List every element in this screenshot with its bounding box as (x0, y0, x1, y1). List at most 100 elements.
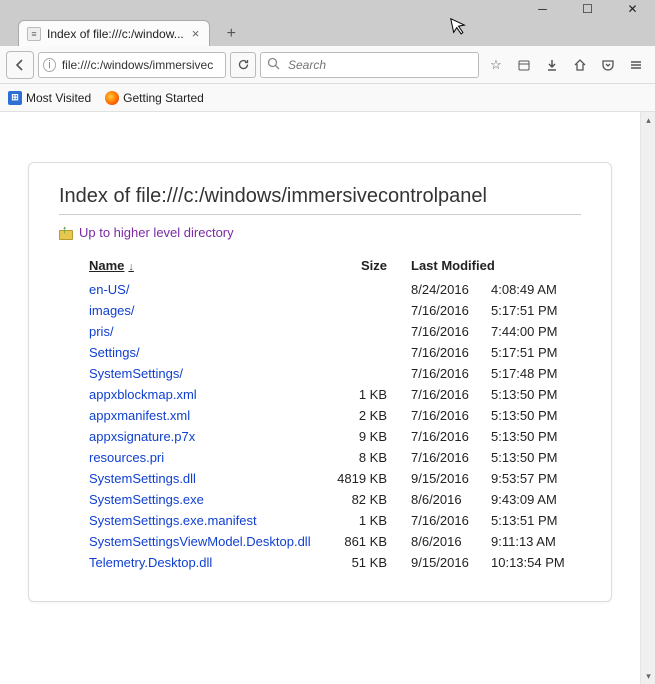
file-size (337, 342, 411, 363)
col-header-name[interactable]: Name↓ (89, 254, 337, 279)
file-date: 8/6/2016 (411, 489, 491, 510)
table-row: en-US/8/24/20164:08:49 AM (89, 279, 581, 300)
url-input[interactable] (60, 57, 221, 73)
file-link[interactable]: images/ (89, 303, 135, 318)
reload-button[interactable] (230, 52, 256, 78)
close-window-button[interactable]: ✕ (610, 0, 655, 18)
file-size (337, 321, 411, 342)
sort-arrow-icon: ↓ (128, 261, 134, 273)
most-visited-icon: ⊞ (8, 91, 22, 105)
file-time: 7:44:00 PM (491, 321, 581, 342)
up-directory-label[interactable]: Up to higher level directory (79, 225, 234, 240)
downloads-icon[interactable] (539, 51, 565, 79)
file-time: 5:17:51 PM (491, 300, 581, 321)
file-time: 5:13:50 PM (491, 426, 581, 447)
file-link[interactable]: appxsignature.p7x (89, 429, 195, 444)
file-size: 8 KB (337, 447, 411, 468)
file-time: 5:13:51 PM (491, 510, 581, 531)
vertical-scrollbar[interactable]: ▴ ▾ (640, 112, 655, 684)
col-header-modified[interactable]: Last Modified (411, 254, 581, 279)
file-time: 5:13:50 PM (491, 405, 581, 426)
search-input[interactable] (286, 57, 472, 73)
file-time: 9:43:09 AM (491, 489, 581, 510)
file-link[interactable]: Settings/ (89, 345, 140, 360)
bookmark-getting-started[interactable]: Getting Started (105, 91, 204, 105)
up-directory-link[interactable]: ↑ Up to higher level directory (59, 225, 581, 240)
file-time: 5:13:50 PM (491, 447, 581, 468)
file-size (337, 279, 411, 300)
table-row: resources.pri 8 KB7/16/20165:13:50 PM (89, 447, 581, 468)
bookmark-label: Most Visited (26, 91, 91, 105)
file-link[interactable]: appxmanifest.xml (89, 408, 190, 423)
up-folder-icon: ↑ (59, 226, 73, 240)
file-link[interactable]: SystemSettings.dll (89, 471, 196, 486)
home-icon[interactable] (567, 51, 593, 79)
file-link[interactable]: SystemSettingsViewModel.Desktop.dll (89, 534, 311, 549)
table-row: images/7/16/20165:17:51 PM (89, 300, 581, 321)
file-size (337, 300, 411, 321)
file-date: 7/16/2016 (411, 342, 491, 363)
file-link[interactable]: SystemSettings.exe.manifest (89, 513, 257, 528)
file-link[interactable]: resources.pri (89, 450, 164, 465)
menu-icon[interactable] (623, 51, 649, 79)
directory-listing-page: Index of file:///c:/windows/immersivecon… (28, 162, 612, 602)
file-link[interactable]: appxblockmap.xml (89, 387, 197, 402)
file-time: 5:17:51 PM (491, 342, 581, 363)
table-row: SystemSettingsViewModel.Desktop.dll 861 K… (89, 531, 581, 552)
table-row: Telemetry.Desktop.dll 51 KB9/15/201610:13… (89, 552, 581, 573)
tab-active[interactable]: ≡ Index of file:///c:/window... × (18, 20, 210, 46)
file-date: 7/16/2016 (411, 363, 491, 384)
site-info-icon[interactable]: i (43, 58, 56, 72)
back-button[interactable] (6, 51, 34, 79)
tab-strip: ≡ Index of file:///c:/window... × + (0, 18, 655, 46)
file-size: 9 KB (337, 426, 411, 447)
file-date: 8/24/2016 (411, 279, 491, 300)
scroll-up-icon[interactable]: ▴ (641, 112, 655, 128)
file-size: 4819 KB (337, 468, 411, 489)
file-time: 4:08:49 AM (491, 279, 581, 300)
minimize-button[interactable]: ─ (520, 0, 565, 18)
file-date: 7/16/2016 (411, 405, 491, 426)
file-link[interactable]: en-US/ (89, 282, 129, 297)
library-icon[interactable] (511, 51, 537, 79)
file-time: 10:13:54 PM (491, 552, 581, 573)
file-date: 7/16/2016 (411, 384, 491, 405)
bookmark-most-visited[interactable]: ⊞ Most Visited (8, 91, 91, 105)
search-bar[interactable] (260, 52, 479, 78)
file-link[interactable]: pris/ (89, 324, 114, 339)
page-title: Index of file:///c:/windows/immersivecon… (59, 185, 581, 215)
tab-close-icon[interactable]: × (190, 26, 202, 41)
file-date: 7/16/2016 (411, 426, 491, 447)
table-row: SystemSettings.dll 4819 KB9/15/20169:53:5… (89, 468, 581, 489)
file-size (337, 363, 411, 384)
file-size: 51 KB (337, 552, 411, 573)
nav-toolbar: i ☆ (0, 46, 655, 84)
bookmark-star-icon[interactable]: ☆ (483, 51, 509, 79)
file-link[interactable]: Telemetry.Desktop.dll (89, 555, 212, 570)
file-time: 9:53:57 PM (491, 468, 581, 489)
file-size: 861 KB (337, 531, 411, 552)
content-viewport: Index of file:///c:/windows/immersivecon… (0, 112, 655, 684)
file-date: 7/16/2016 (411, 300, 491, 321)
pocket-icon[interactable] (595, 51, 621, 79)
file-date: 7/16/2016 (411, 510, 491, 531)
file-link[interactable]: SystemSettings.exe (89, 492, 204, 507)
scroll-down-icon[interactable]: ▾ (641, 668, 655, 684)
file-size: 2 KB (337, 405, 411, 426)
file-size: 1 KB (337, 510, 411, 531)
file-date: 9/15/2016 (411, 552, 491, 573)
table-row: appxmanifest.xml 2 KB7/16/20165:13:50 PM (89, 405, 581, 426)
new-tab-button[interactable]: + (218, 22, 244, 46)
file-date: 8/6/2016 (411, 531, 491, 552)
file-date: 7/16/2016 (411, 447, 491, 468)
table-row: Settings/7/16/20165:17:51 PM (89, 342, 581, 363)
col-header-size[interactable]: Size (337, 254, 411, 279)
file-link[interactable]: SystemSettings/ (89, 366, 183, 381)
file-date: 9/15/2016 (411, 468, 491, 489)
file-date: 7/16/2016 (411, 321, 491, 342)
bookmark-label: Getting Started (123, 91, 204, 105)
search-icon (267, 57, 280, 73)
file-size: 82 KB (337, 489, 411, 510)
url-bar[interactable]: i (38, 52, 226, 78)
maximize-button[interactable]: ☐ (565, 0, 610, 18)
